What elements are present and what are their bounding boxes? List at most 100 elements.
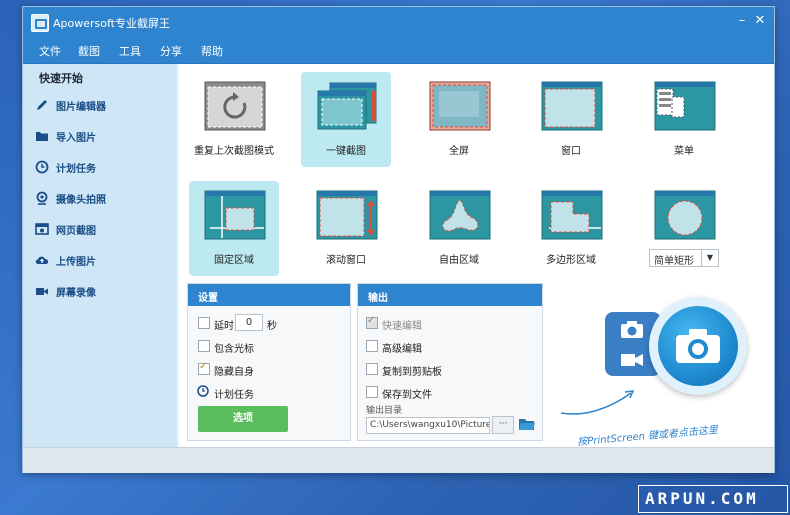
arrow-icon	[560, 390, 635, 415]
options-button[interactable]: 选项	[198, 406, 288, 432]
webcam-icon	[36, 191, 48, 205]
mode-label: 固定区域	[214, 255, 254, 266]
sidebar-item-label: 计划任务	[56, 164, 96, 175]
include-cursor-checkbox[interactable]	[198, 340, 210, 352]
shape-select[interactable]: 简单矩形 ▼	[649, 249, 719, 267]
browse-button[interactable]: ···	[492, 416, 514, 434]
menu-tools[interactable]: 工具	[119, 43, 141, 59]
polygon-icon	[541, 190, 603, 240]
output-dir-label: 输出目录	[366, 406, 403, 416]
menu-icon	[654, 81, 716, 131]
save-file-checkbox[interactable]	[366, 386, 378, 398]
scroll-window-icon	[316, 190, 378, 240]
ellipse-icon	[654, 190, 716, 240]
sidebar: 快速开始 图片编辑器 导入图片 计划任务 摄像头拍照 网页截图 上传图片 屏幕录…	[23, 64, 177, 447]
mode-fullscreen[interactable]: 全屏	[414, 72, 504, 167]
mode-menu[interactable]: 菜单	[639, 72, 729, 167]
webpage-icon	[35, 223, 49, 235]
menu-file[interactable]: 文件	[39, 43, 61, 59]
advanced-edit-checkbox[interactable]	[366, 340, 378, 352]
mode-label: 自由区域	[439, 255, 479, 266]
delay-label: 延时	[214, 321, 234, 332]
mode-label: 一键截图	[326, 146, 366, 157]
printscreen-hint: 按PrintScreen 键或者点击这里	[576, 424, 719, 449]
mode-label: 全屏	[449, 146, 469, 157]
schedule-link[interactable]: 计划任务	[214, 386, 254, 401]
hide-self-label: 隐藏自身	[214, 367, 254, 378]
sidebar-item-import-image[interactable]: 导入图片	[35, 127, 165, 145]
upload-cloud-icon	[35, 256, 49, 264]
output-title: 输出	[368, 293, 388, 304]
quick-edit-label: 快速编辑	[382, 321, 422, 332]
window-title: Apowersoft专业截屏王	[53, 17, 170, 30]
watermark-text: ARPUN.COM	[645, 489, 759, 508]
pencil-icon	[37, 100, 47, 110]
settings-header: 设置	[188, 284, 350, 306]
main-content: 重复上次截图模式 一键截图 全屏 窗口 菜单 固定区域 滚动窗口 自由区域 多边…	[179, 64, 774, 449]
hide-self-checkbox[interactable]	[198, 361, 210, 375]
mode-label: 窗口	[561, 146, 581, 157]
output-dir-input[interactable]: C:\Users\wangxu10\Pictures\Ap	[366, 417, 490, 434]
video-camera-icon[interactable]	[619, 348, 645, 370]
settings-panel: 设置 延时 0 秒 包含光标 隐藏自身 计划任务 选项	[187, 283, 351, 441]
close-button[interactable]: ✕	[752, 13, 768, 29]
repeat-icon	[204, 81, 266, 131]
copy-clipboard-checkbox[interactable]	[366, 363, 378, 375]
sidebar-item-webcam[interactable]: 摄像头拍照	[35, 189, 165, 207]
sidebar-item-label: 摄像头拍照	[56, 195, 106, 206]
chevron-down-icon: ▼	[701, 250, 718, 266]
delay-input[interactable]: 0	[235, 314, 263, 331]
sidebar-item-label: 网页截图	[56, 226, 96, 237]
output-panel: 输出 快速编辑 高级编辑 复制到剪贴板 保存到文件 输出目录 C:\Users\…	[357, 283, 543, 441]
sidebar-item-schedule[interactable]: 计划任务	[35, 158, 165, 176]
watermark-box: ARPUN.COM	[638, 485, 788, 513]
mode-simple-shape[interactable]: 简单矩形 ▼	[639, 181, 729, 276]
advanced-edit-label: 高级编辑	[382, 344, 422, 355]
delay-checkbox[interactable]	[198, 317, 210, 329]
app-window: Apowersoft专业截屏王 – ✕ 文件 截图 工具 分享 帮助 快速开始 …	[22, 6, 775, 473]
capture-button[interactable]	[658, 306, 738, 386]
sidebar-item-webpage-capture[interactable]: 网页截图	[35, 220, 165, 238]
sidebar-item-screen-record[interactable]: 屏幕录像	[35, 282, 165, 300]
fullscreen-icon	[429, 81, 491, 131]
mode-label: 重复上次截图模式	[194, 146, 274, 157]
menu-help[interactable]: 帮助	[201, 43, 223, 59]
mode-label: 菜单	[674, 146, 694, 157]
output-header: 输出	[358, 284, 542, 306]
window-icon	[541, 81, 603, 131]
one-click-icon	[317, 82, 377, 130]
sidebar-header: 快速开始	[39, 72, 83, 85]
mode-scroll-window[interactable]: 滚动窗口	[301, 181, 391, 276]
delay-unit: 秒	[267, 321, 277, 332]
camera-icon[interactable]	[619, 318, 645, 340]
settings-title: 设置	[198, 293, 218, 304]
copy-clipboard-label: 复制到剪贴板	[382, 367, 442, 378]
clock-icon	[197, 385, 209, 397]
mode-one-click[interactable]: 一键截图	[301, 72, 391, 167]
camera-icon	[676, 329, 720, 363]
mode-freehand[interactable]: 自由区域	[414, 181, 504, 276]
menu-bar: 文件 截图 工具 分享 帮助	[23, 37, 774, 64]
sidebar-item-upload[interactable]: 上传图片	[35, 251, 165, 269]
freehand-icon	[429, 190, 491, 240]
status-bar	[23, 447, 774, 473]
folder-icon	[36, 132, 48, 141]
quick-edit-checkbox[interactable]	[366, 315, 378, 329]
folder-icon[interactable]	[518, 417, 536, 432]
menu-capture[interactable]: 截图	[78, 43, 100, 59]
sidebar-item-image-editor[interactable]: 图片编辑器	[35, 96, 165, 114]
save-file-label: 保存到文件	[382, 390, 432, 401]
clock-icon	[35, 160, 49, 174]
mode-window[interactable]: 窗口	[526, 72, 616, 167]
video-camera-icon	[36, 288, 48, 295]
minimize-button[interactable]: –	[734, 13, 750, 29]
shape-select-value: 简单矩形	[654, 256, 694, 267]
fixed-region-icon	[204, 190, 266, 240]
sidebar-item-label: 上传图片	[56, 257, 96, 268]
mode-fixed-region[interactable]: 固定区域	[189, 181, 279, 276]
mode-label: 滚动窗口	[326, 255, 366, 266]
mode-polygon[interactable]: 多边形区域	[526, 181, 616, 276]
title-bar: Apowersoft专业截屏王 – ✕	[23, 7, 774, 37]
mode-repeat-last[interactable]: 重复上次截图模式	[189, 72, 279, 167]
menu-share[interactable]: 分享	[160, 43, 182, 59]
